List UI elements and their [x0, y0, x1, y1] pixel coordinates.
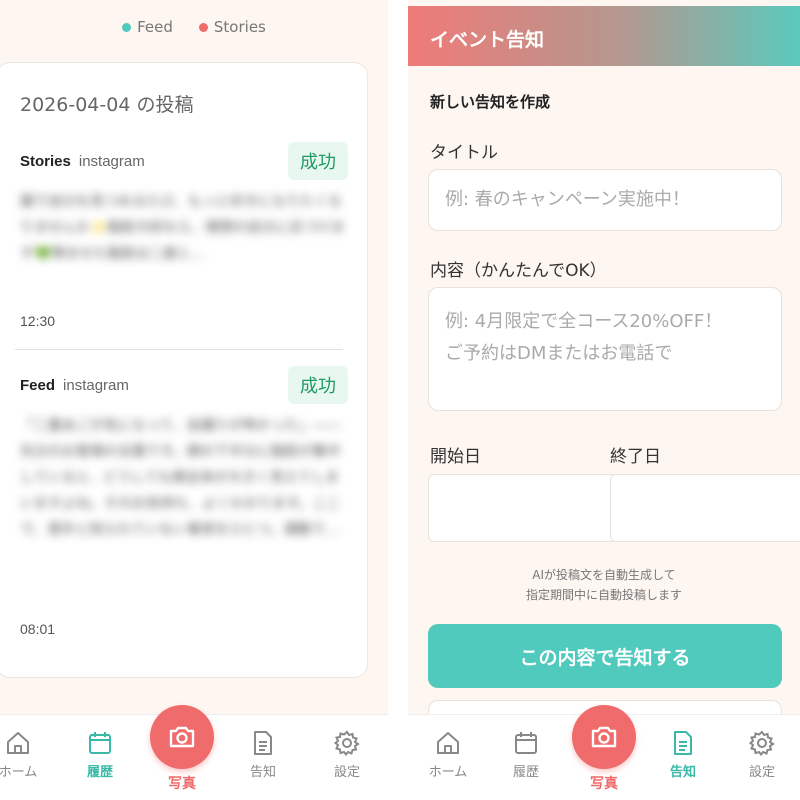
- nav-label: 告知: [669, 765, 696, 780]
- divider: [15, 349, 343, 350]
- document-icon: [254, 731, 272, 755]
- nav-label: 履歴: [86, 765, 113, 780]
- page-title: イベント告知: [430, 29, 545, 51]
- form-heading: 新しい告知を作成: [430, 93, 551, 111]
- nav-home[interactable]: ホーム: [0, 729, 48, 780]
- status-badge: 成功: [288, 142, 348, 180]
- card-date-title: 2026-04-04 の投稿: [20, 94, 194, 116]
- nav-label: 告知: [249, 765, 276, 780]
- post-history-card: 2026-04-04 の投稿 Stories instagram 成功 鏡で自分…: [0, 62, 368, 678]
- camera-button[interactable]: [572, 705, 636, 769]
- calendar-icon: [89, 732, 111, 754]
- nav-label: 履歴: [512, 765, 539, 780]
- event-notice-screen: イベント告知 新しい告知を作成 タイトル 例: 春のキャンペーン実施中！ 内容（…: [408, 0, 800, 800]
- legend-dot-stories: [198, 22, 208, 32]
- gear-icon: [333, 730, 360, 757]
- nav-label: 設定: [748, 765, 775, 780]
- chart-legend: Feed Stories: [0, 18, 388, 36]
- title-placeholder: 例: 春のキャンペーン実施中！: [445, 189, 690, 210]
- legend-dot-feed: [122, 22, 132, 32]
- document-icon: [674, 731, 692, 755]
- info-line: AIが投稿文を自動生成して: [532, 568, 676, 582]
- post-text: 鏡で自分を見つめるたび、もっと好きになりたくなりませんか✨脂肪冷却なら、理想の自…: [20, 194, 346, 262]
- info-text: AIが投稿文を自動生成して 指定期間中に自動投稿します: [408, 565, 800, 605]
- camera-icon: [169, 726, 195, 748]
- status-badge: 成功: [288, 366, 348, 404]
- post-type: Stories: [20, 152, 71, 170]
- bottom-nav: ホーム 履歴 写真 告知 設定: [0, 705, 388, 800]
- camera-label: 写真: [168, 776, 196, 792]
- post-time: 12:30: [20, 313, 56, 329]
- home-icon: [437, 732, 459, 754]
- bottom-nav: ホーム 履歴 写真 告知 設定: [408, 705, 800, 800]
- post-text: 「二重あごが気になって、自撮りが怖かった」――先日のお客様の言葉です。顔の下半分…: [20, 418, 341, 538]
- legend-item-feed: Feed: [122, 18, 173, 36]
- content-textarea[interactable]: 例: 4月限定で全コース20%OFF！ ご予約はDMまたはお電話で: [428, 287, 782, 411]
- history-screen: Feed Stories 2026-04-04 の投稿 Stories inst…: [0, 0, 388, 800]
- post-item[interactable]: Stories instagram 成功 鏡で自分を見つめるたび、もっと好きにな…: [20, 141, 348, 267]
- legend-label: Stories: [213, 18, 266, 36]
- content-placeholder-line: 例: 4月限定で全コース20%OFF！: [445, 311, 723, 332]
- header-bar: イベント告知: [408, 6, 800, 66]
- start-date-label: 開始日: [430, 447, 481, 467]
- legend-label: Feed: [137, 18, 173, 36]
- post-item[interactable]: Feed instagram 成功 「二重あごが気になって、自撮りが怖かった」―…: [20, 365, 348, 595]
- post-header: Feed instagram 成功: [20, 365, 348, 405]
- nav-history[interactable]: 履歴: [70, 729, 130, 780]
- post-platform: instagram: [78, 152, 145, 170]
- nav-settings[interactable]: 設定: [732, 729, 792, 780]
- legend-item-stories: Stories: [198, 18, 266, 36]
- end-date-input[interactable]: [610, 474, 800, 542]
- camera-button[interactable]: [150, 705, 214, 769]
- info-line: 指定期間中に自動投稿します: [525, 588, 682, 602]
- start-date-input[interactable]: [428, 474, 616, 542]
- camera-label: 写真: [590, 776, 618, 792]
- end-date-label: 終了日: [610, 447, 661, 467]
- post-time: 08:01: [20, 621, 56, 637]
- camera-icon: [591, 726, 617, 748]
- calendar-icon: [515, 732, 537, 754]
- gear-icon: [748, 730, 775, 757]
- content-label: 内容（かんたんでOK）: [430, 261, 607, 281]
- submit-notice-button[interactable]: この内容で告知する: [428, 624, 782, 688]
- content-placeholder-line: ご予約はDMまたはお電話で: [445, 343, 673, 364]
- nav-settings[interactable]: 設定: [317, 729, 377, 780]
- home-icon: [7, 732, 29, 754]
- nav-label: ホーム: [0, 765, 38, 780]
- nav-history[interactable]: 履歴: [496, 729, 556, 780]
- post-platform: instagram: [63, 376, 129, 394]
- title-label: タイトル: [430, 143, 498, 163]
- nav-label: ホーム: [428, 765, 468, 780]
- title-input[interactable]: 例: 春のキャンペーン実施中！: [428, 169, 782, 231]
- post-type: Feed: [20, 376, 56, 394]
- post-header: Stories instagram 成功: [20, 141, 348, 181]
- nav-label: 設定: [333, 765, 360, 780]
- nav-notice[interactable]: 告知: [233, 729, 293, 780]
- nav-home[interactable]: ホーム: [418, 729, 478, 780]
- nav-notice[interactable]: 告知: [653, 729, 713, 780]
